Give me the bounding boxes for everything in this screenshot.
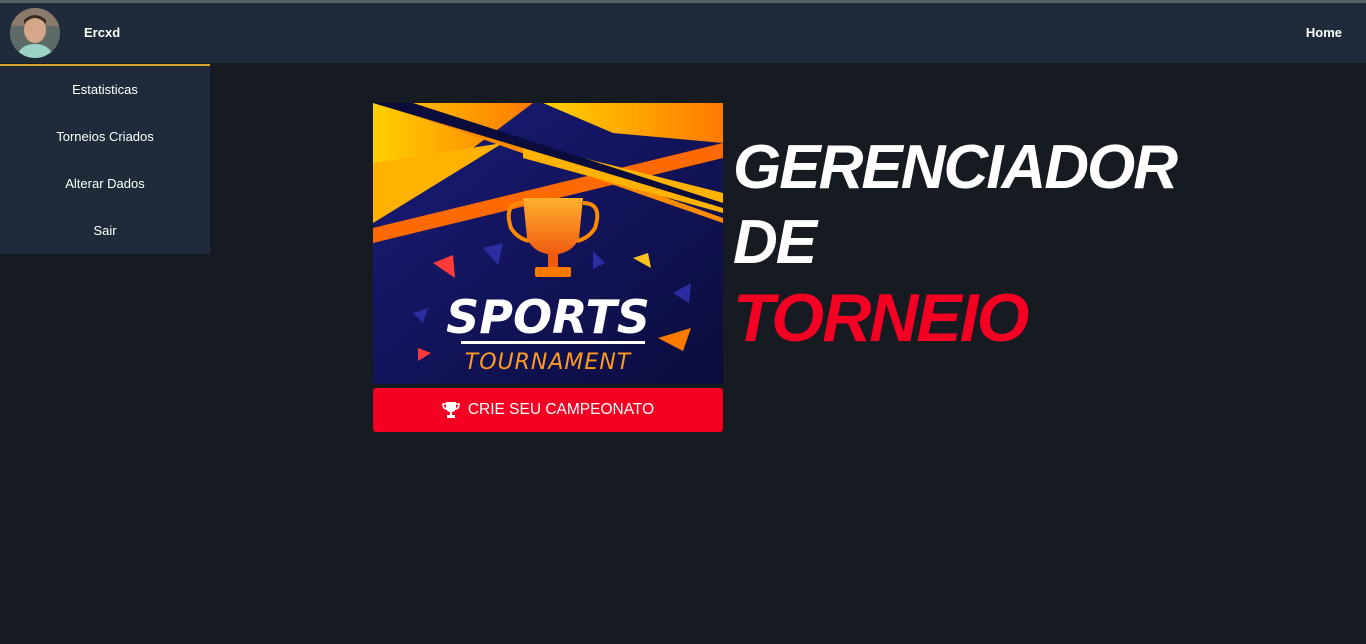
image-title: SPORTS <box>446 290 650 344</box>
sidebar-menu: Estatisticas Torneios Criados Alterar Da… <box>0 64 210 254</box>
heading-line-3: TORNEIO <box>733 280 1030 356</box>
create-championship-button[interactable]: CRIE SEU CAMPEONATO <box>373 388 723 432</box>
sidebar-item-torneios-criados[interactable]: Torneios Criados <box>0 129 210 144</box>
image-subtitle: TOURNAMENT <box>465 350 632 375</box>
sidebar-item-estatisticas[interactable]: Estatisticas <box>0 82 210 97</box>
create-championship-label: CRIE SEU CAMPEONATO <box>467 401 655 418</box>
trophy-icon <box>442 402 460 418</box>
sports-tournament-image: SPORTS TOURNAMENT <box>373 103 723 384</box>
sidebar-item-alterar-dados[interactable]: Alterar Dados <box>0 176 210 191</box>
navbar: Ercxd Home <box>0 3 1366 63</box>
user-photo-icon <box>10 8 60 58</box>
home-link[interactable]: Home <box>1306 25 1342 40</box>
sidebar-item-sair[interactable]: Sair <box>0 223 210 238</box>
heading-line-1: GERENCIADOR <box>733 133 1178 202</box>
username: Ercxd <box>84 25 121 40</box>
avatar[interactable] <box>10 8 60 58</box>
heading-line-2: DE <box>733 208 817 277</box>
